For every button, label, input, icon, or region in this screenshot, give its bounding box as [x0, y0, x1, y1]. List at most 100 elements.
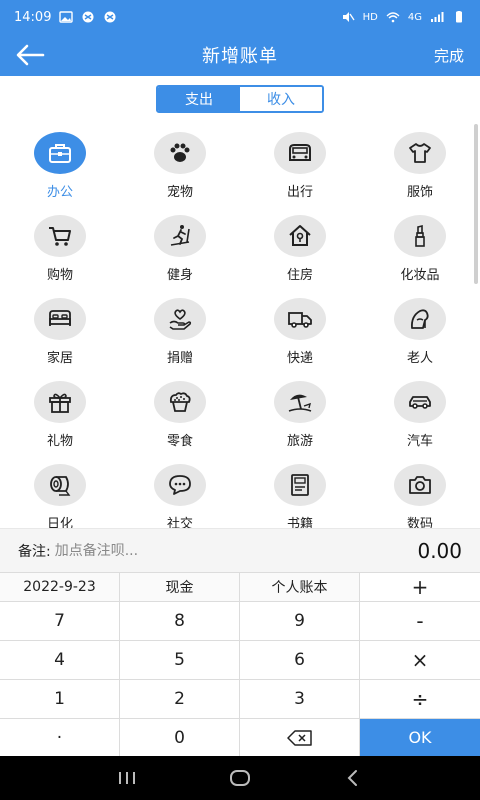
category-label: 旅游 [286, 434, 313, 449]
category-label: 数码 [406, 517, 433, 528]
category-scrollbar[interactable] [474, 124, 478, 284]
category-travel-circle [274, 132, 326, 174]
key-6[interactable]: 6 [240, 641, 360, 680]
category-daily-chemicals[interactable]: 日化 [0, 456, 120, 528]
tab-income[interactable]: 收入 [240, 87, 322, 111]
key-9[interactable]: 9 [240, 602, 360, 641]
category-auto[interactable]: 汽车 [360, 373, 480, 456]
remark-input[interactable] [54, 542, 355, 559]
category-donation[interactable]: 捐赠 [120, 290, 240, 373]
category-label: 家居 [46, 351, 73, 366]
done-button[interactable]: 完成 [434, 45, 464, 66]
car-icon [409, 396, 431, 409]
key-3[interactable]: 3 [240, 680, 360, 719]
category-label: 书籍 [286, 517, 313, 528]
back-chevron-icon [347, 770, 358, 786]
category-housing[interactable]: 住房 [240, 207, 360, 290]
category-elderly[interactable]: 老人 [360, 290, 480, 373]
account-type-button[interactable]: 现金 [120, 573, 240, 602]
home-circle-icon [229, 770, 250, 786]
bed-icon [49, 310, 71, 326]
minus-key[interactable]: - [360, 602, 480, 641]
category-daily-chemicals-circle [34, 464, 86, 506]
wifi-icon [386, 11, 400, 23]
recent-apps-button[interactable] [112, 763, 142, 793]
type-tabs: 支出 收入 [156, 85, 324, 113]
category-shopping[interactable]: 购物 [0, 207, 120, 290]
multiply-key[interactable]: × [360, 641, 480, 680]
category-social-circle [154, 464, 206, 506]
key-2[interactable]: 2 [120, 680, 240, 719]
category-office[interactable]: 办公 [0, 124, 120, 207]
category-label: 化妆品 [400, 268, 440, 283]
keypad: 2022-9-23 现金 个人账本 + 7 8 9 - 4 5 6 × 1 2 … [0, 572, 480, 757]
camera-icon [409, 476, 431, 494]
category-label: 零食 [166, 434, 193, 449]
category-label: 日化 [46, 517, 73, 528]
category-label: 住房 [286, 268, 313, 283]
category-pet[interactable]: 宠物 [120, 124, 240, 207]
category-clothing[interactable]: 服饰 [360, 124, 480, 207]
category-pet-circle [154, 132, 206, 174]
category-express[interactable]: 快递 [240, 290, 360, 373]
category-shopping-circle [34, 215, 86, 257]
category-express-circle [274, 298, 326, 340]
signal-icon [430, 11, 444, 23]
battery-icon [452, 11, 466, 23]
shirt-icon [409, 143, 431, 163]
backspace-icon [286, 729, 312, 746]
category-label: 礼物 [46, 434, 73, 449]
app-notification-icon-2 [103, 11, 117, 23]
dot-key[interactable]: · [0, 719, 120, 757]
amount-display: 0.00 [417, 538, 462, 563]
category-books-circle [274, 464, 326, 506]
elder-icon [411, 309, 429, 329]
key-1[interactable]: 1 [0, 680, 120, 719]
ok-button[interactable]: OK [360, 719, 480, 757]
lipstick-icon [415, 224, 425, 247]
category-label: 快递 [286, 351, 313, 366]
backspace-key[interactable] [240, 719, 360, 757]
back-nav-button[interactable] [338, 763, 368, 793]
key-4[interactable]: 4 [0, 641, 120, 680]
recent-apps-icon [118, 772, 135, 784]
date-picker-button[interactable]: 2022-9-23 [0, 573, 120, 602]
category-cosmetics[interactable]: 化妆品 [360, 207, 480, 290]
truck-icon [288, 312, 312, 328]
key-7[interactable]: 7 [0, 602, 120, 641]
category-gift-circle [34, 381, 86, 423]
category-travel[interactable]: 出行 [240, 124, 360, 207]
category-home[interactable]: 家居 [0, 290, 120, 373]
category-gift[interactable]: 礼物 [0, 373, 120, 456]
category-label: 老人 [406, 351, 433, 366]
plus-key[interactable]: + [360, 573, 480, 602]
category-home-circle [34, 298, 86, 340]
signal-type-label: 4G [407, 11, 422, 23]
ledger-button[interactable]: 个人账本 [240, 573, 360, 602]
app-notification-icon [81, 11, 95, 23]
app-header: 新增账单 完成 [0, 34, 480, 76]
category-label: 服饰 [406, 185, 433, 200]
category-label: 宠物 [166, 185, 193, 200]
key-8[interactable]: 8 [120, 602, 240, 641]
category-fitness[interactable]: 健身 [120, 207, 240, 290]
category-label: 汽车 [406, 434, 433, 449]
category-clothing-circle [394, 132, 446, 174]
category-books[interactable]: 书籍 [240, 456, 360, 528]
key-0[interactable]: 0 [120, 719, 240, 757]
image-notification-icon [59, 11, 74, 23]
tab-expense[interactable]: 支出 [158, 87, 240, 111]
category-tourism[interactable]: 旅游 [240, 373, 360, 456]
category-social[interactable]: 社交 [120, 456, 240, 528]
network-hd-label: HD [362, 11, 378, 23]
briefcase-icon [49, 144, 71, 163]
divide-key[interactable]: ÷ [360, 680, 480, 719]
category-digital[interactable]: 数码 [360, 456, 480, 528]
category-tourism-circle [274, 381, 326, 423]
gift-icon [49, 393, 71, 413]
category-donation-circle [154, 298, 206, 340]
key-5[interactable]: 5 [120, 641, 240, 680]
home-button[interactable] [225, 763, 255, 793]
cart-icon [49, 227, 71, 246]
category-snacks[interactable]: 零食 [120, 373, 240, 456]
